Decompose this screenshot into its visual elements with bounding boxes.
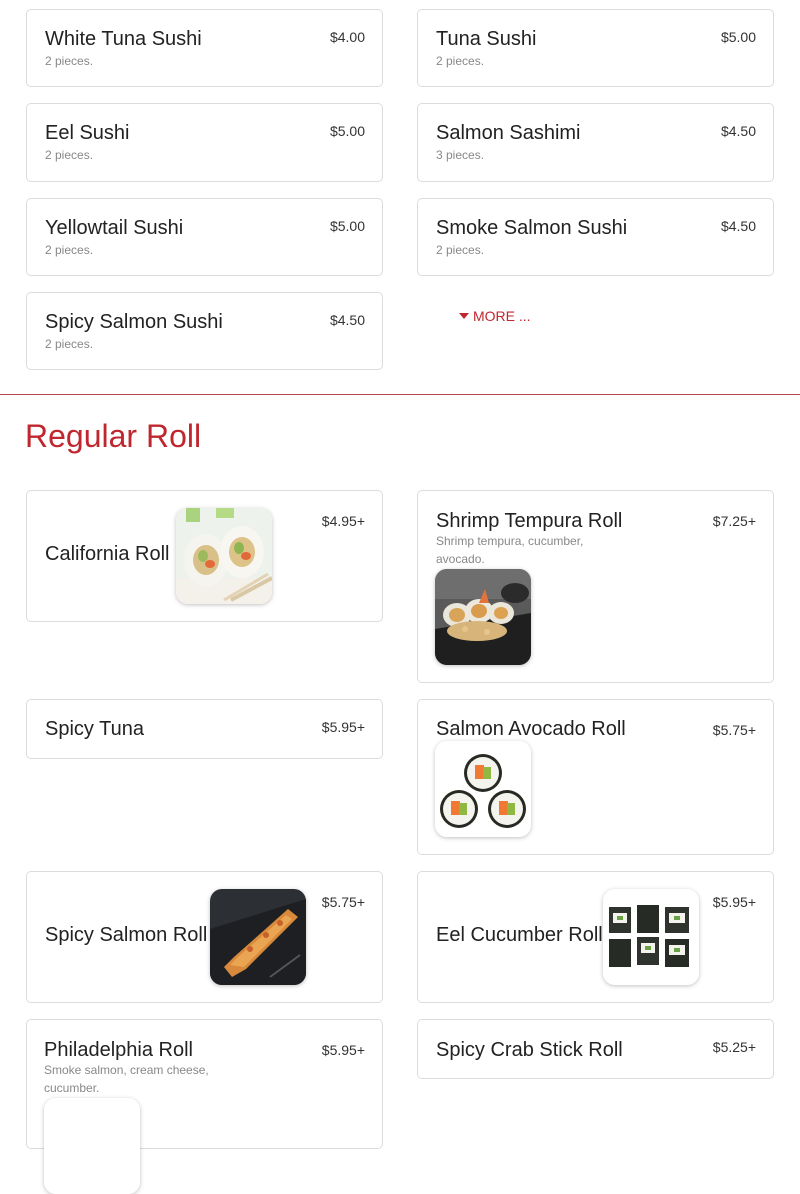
item-price: $5.00 — [329, 218, 365, 234]
item-price: $5.95+ — [321, 719, 365, 735]
item-name: Spicy Crab Stick Roll — [436, 1039, 623, 1061]
menu-item-philadelphia-roll[interactable]: Philadelphia Roll Smoke salmon, cream ch… — [26, 1019, 383, 1194]
item-name: Spicy Tuna — [45, 718, 144, 740]
item-description: 2 pieces. — [45, 243, 94, 257]
menu-item-tuna-sushi[interactable]: Tuna Sushi 2 pieces. $5.00 — [417, 9, 774, 87]
item-name: White Tuna Sushi — [45, 28, 202, 50]
item-name: Eel Sushi — [45, 122, 130, 144]
item-name: Philadelphia Roll — [44, 1039, 193, 1061]
section-divider — [0, 394, 800, 395]
item-description: 2 pieces. — [45, 54, 94, 68]
item-name: Salmon Sashimi — [436, 122, 581, 144]
item-description: 2 pieces. — [45, 337, 94, 351]
item-price: $5.95+ — [712, 894, 756, 910]
item-description: 2 pieces. — [45, 148, 94, 162]
menu-item-shrimp-tempura-roll[interactable]: Shrimp Tempura Roll Shrimp tempura, cucu… — [417, 490, 774, 683]
item-description: 3 pieces. — [436, 148, 485, 162]
item-price: $4.95+ — [321, 513, 365, 529]
salmon-avocado-roll-image — [435, 741, 531, 837]
menu-item-salmon-sashimi[interactable]: Salmon Sashimi 3 pieces. $4.50 — [417, 103, 774, 182]
item-price: $4.50 — [720, 123, 756, 139]
item-name: Spicy Salmon Roll — [45, 924, 208, 946]
menu-item-eel-cucumber-roll[interactable]: Eel Cucumber Roll $5.95+ — [417, 871, 774, 1003]
menu-item-spicy-tuna[interactable]: Spicy Tuna $5.95+ — [26, 699, 383, 759]
eel-cucumber-roll-image — [603, 889, 699, 985]
item-price: $4.50 — [720, 218, 756, 234]
item-name: Tuna Sushi — [436, 28, 537, 50]
item-name: Smoke Salmon Sushi — [436, 217, 628, 239]
item-price: $7.25+ — [712, 513, 756, 529]
item-price: $5.00 — [329, 123, 365, 139]
spicy-salmon-roll-image — [210, 889, 306, 985]
item-price: $5.00 — [720, 29, 756, 45]
menu-item-salmon-avocado-roll[interactable]: Salmon Avocado Roll $5.75+ — [417, 699, 774, 855]
item-name: Yellowtail Sushi — [45, 217, 184, 239]
item-description: 2 pieces. — [436, 243, 485, 257]
item-price: $4.00 — [329, 29, 365, 45]
caret-down-icon — [459, 313, 469, 319]
item-name: California Roll — [45, 543, 170, 565]
menu-item-smoke-salmon-sushi[interactable]: Smoke Salmon Sushi 2 pieces. $4.50 — [417, 198, 774, 276]
menu-item-spicy-salmon-sushi[interactable]: Spicy Salmon Sushi 2 pieces. $4.50 — [26, 292, 383, 370]
item-name: Eel Cucumber Roll — [436, 924, 603, 946]
item-price: $5.25+ — [712, 1039, 756, 1055]
item-description: Smoke salmon, cream cheese, cucumber. — [44, 1063, 209, 1095]
item-name: Spicy Salmon Sushi — [45, 311, 223, 333]
section-title: Regular Roll — [25, 418, 202, 454]
shrimp-tempura-roll-image — [435, 569, 531, 665]
more-label: MORE ... — [473, 308, 531, 324]
menu-item-white-tuna-sushi[interactable]: White Tuna Sushi 2 pieces. $4.00 — [26, 9, 383, 87]
item-price: $5.75+ — [321, 894, 365, 910]
philadelphia-roll-image — [44, 1098, 140, 1194]
more-button[interactable]: MORE ... — [459, 308, 531, 324]
menu-item-spicy-salmon-roll[interactable]: Spicy Salmon Roll $5.75+ — [26, 871, 383, 1003]
menu-item-yellowtail-sushi[interactable]: Yellowtail Sushi 2 pieces. $5.00 — [26, 198, 383, 276]
menu-item-eel-sushi[interactable]: Eel Sushi 2 pieces. $5.00 — [26, 103, 383, 182]
item-price: $5.75+ — [712, 722, 756, 738]
california-roll-image — [176, 508, 272, 604]
menu-item-california-roll[interactable]: California Roll $4.95+ — [26, 490, 383, 622]
item-name: Salmon Avocado Roll — [436, 718, 626, 740]
item-description: Shrimp tempura, cucumber, avocado. — [436, 534, 584, 566]
item-name: Shrimp Tempura Roll — [436, 510, 623, 532]
item-description: 2 pieces. — [436, 54, 485, 68]
item-price: $5.95+ — [321, 1042, 365, 1058]
item-price: $4.50 — [329, 312, 365, 328]
menu-item-spicy-crab-stick-roll[interactable]: Spicy Crab Stick Roll $5.25+ — [417, 1019, 774, 1079]
